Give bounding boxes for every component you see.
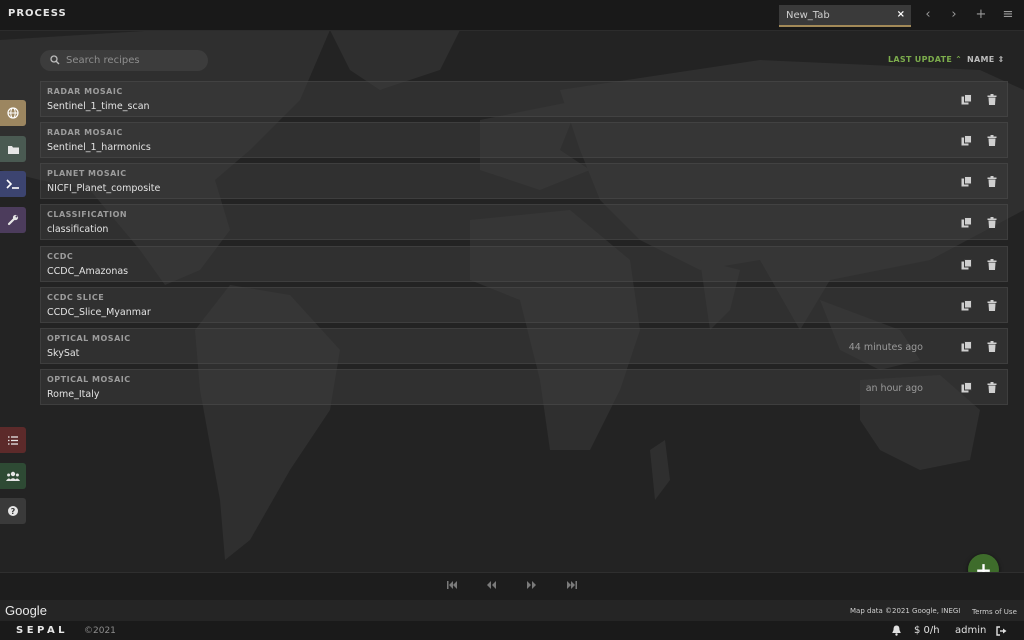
trash-icon[interactable] — [987, 341, 997, 352]
recipe-type: CCDC SLICE — [47, 293, 105, 302]
recipe-updated: 44 minutes ago — [848, 342, 923, 353]
sidebar-item-tasks[interactable] — [0, 427, 26, 453]
tab-new-tab[interactable]: New_Tab × — [779, 5, 911, 27]
close-icon[interactable]: × — [897, 9, 905, 20]
sort-name-button[interactable]: NAME ⇕ — [967, 55, 1005, 64]
tasks-icon — [8, 435, 18, 445]
search-icon — [50, 55, 60, 65]
copy-icon[interactable] — [961, 94, 972, 105]
recipe-name: Sentinel_1_time_scan — [47, 101, 150, 112]
chevron-right-icon[interactable]: › — [945, 6, 963, 24]
users-icon — [6, 471, 20, 481]
wrench-icon — [7, 214, 19, 226]
recipe-name: classification — [47, 224, 109, 235]
google-logo: Google — [5, 603, 47, 618]
recipe-type: RADAR MOSAIC — [47, 87, 123, 96]
trash-icon[interactable] — [987, 176, 997, 187]
folder-icon — [7, 145, 19, 154]
recipe-name: CCDC_Amazonas — [47, 266, 129, 277]
footer: SEPAL ©2021 $ 0/h admin — [0, 621, 1024, 640]
menu-icon[interactable]: ≡ — [999, 6, 1017, 24]
trash-icon[interactable] — [987, 382, 997, 393]
recipe-item[interactable]: OPTICAL MOSAIC Rome_Italy an hour ago — [40, 369, 1008, 405]
globe-icon — [7, 107, 19, 119]
recipe-updated: an hour ago — [865, 383, 923, 394]
recipe-item[interactable]: RADAR MOSAIC Sentinel_1_harmonics — [40, 122, 1008, 158]
trash-icon[interactable] — [987, 217, 997, 228]
trash-icon[interactable] — [987, 94, 997, 105]
first-page-icon[interactable] — [447, 580, 458, 590]
recipe-item[interactable]: PLANET MOSAIC NICFI_Planet_composite — [40, 163, 1008, 199]
copy-icon[interactable] — [961, 341, 972, 352]
copy-icon[interactable] — [961, 217, 972, 228]
brand-logo: SEPAL — [16, 625, 69, 636]
recipe-name: Rome_Italy — [47, 389, 100, 400]
recipe-name: SkySat — [47, 348, 80, 359]
recipe-item[interactable]: CCDC CCDC_Amazonas — [40, 246, 1008, 282]
recipe-type: RADAR MOSAIC — [47, 128, 123, 137]
search-box — [40, 50, 208, 71]
copy-icon[interactable] — [961, 135, 972, 146]
copy-icon[interactable] — [961, 300, 972, 311]
logout-icon[interactable] — [996, 626, 1007, 636]
terminal-icon — [6, 179, 19, 189]
sidebar-item-apps[interactable] — [0, 207, 26, 233]
page-title: PROCESS — [8, 8, 67, 19]
copy-icon[interactable] — [961, 176, 972, 187]
recipe-item[interactable]: OPTICAL MOSAIC SkySat 44 minutes ago — [40, 328, 1008, 364]
trash-icon[interactable] — [987, 135, 997, 146]
sidebar-item-users[interactable] — [0, 463, 26, 489]
trash-icon[interactable] — [987, 300, 997, 311]
previous-page-icon[interactable] — [486, 580, 497, 590]
search-input[interactable] — [66, 51, 204, 70]
budget-indicator[interactable]: $ 0/h — [914, 625, 940, 636]
bell-icon[interactable] — [891, 625, 902, 636]
sort-last-update-button[interactable]: LAST UPDATE ⌃ — [888, 55, 962, 64]
sidebar-item-terminal[interactable] — [0, 171, 26, 197]
terms-of-use-link[interactable]: Terms of Use — [972, 608, 1017, 616]
recipe-name: CCDC_Slice_Myanmar — [47, 307, 151, 318]
tab-label: New_Tab — [786, 10, 830, 21]
recipe-item[interactable]: CLASSIFICATION classification — [40, 204, 1008, 240]
recipe-type: CCDC — [47, 252, 74, 261]
map-attribution: Map data ©2021 Google, INEGI — [850, 607, 961, 615]
sidebar-item-process[interactable] — [0, 100, 26, 126]
copy-icon[interactable] — [961, 382, 972, 393]
recipe-type: PLANET MOSAIC — [47, 169, 127, 178]
last-page-icon[interactable] — [566, 580, 577, 590]
recipe-type: CLASSIFICATION — [47, 210, 128, 219]
recipe-item[interactable]: RADAR MOSAIC Sentinel_1_time_scan — [40, 81, 1008, 117]
copyright: ©2021 — [84, 626, 116, 636]
add-tab-icon[interactable]: + — [972, 6, 990, 24]
top-bar: PROCESS New_Tab × ‹ › + ≡ — [0, 0, 1024, 31]
recipe-type: OPTICAL MOSAIC — [47, 375, 131, 384]
recipe-name: Sentinel_1_harmonics — [47, 142, 151, 153]
chevron-left-icon[interactable]: ‹ — [919, 6, 937, 24]
sidebar-item-browse[interactable] — [0, 136, 26, 162]
next-page-icon[interactable] — [526, 580, 537, 590]
pagination-bar — [0, 572, 1024, 600]
copy-icon[interactable] — [961, 259, 972, 270]
user-menu[interactable]: admin — [955, 625, 986, 636]
trash-icon[interactable] — [987, 259, 997, 270]
recipe-item[interactable]: CCDC SLICE CCDC_Slice_Myanmar — [40, 287, 1008, 323]
recipe-type: OPTICAL MOSAIC — [47, 334, 131, 343]
help-icon: ? — [8, 506, 18, 516]
sidebar-item-help[interactable]: ? — [0, 498, 26, 524]
svg-text:?: ? — [11, 507, 16, 516]
recipe-name: NICFI_Planet_composite — [47, 183, 161, 194]
